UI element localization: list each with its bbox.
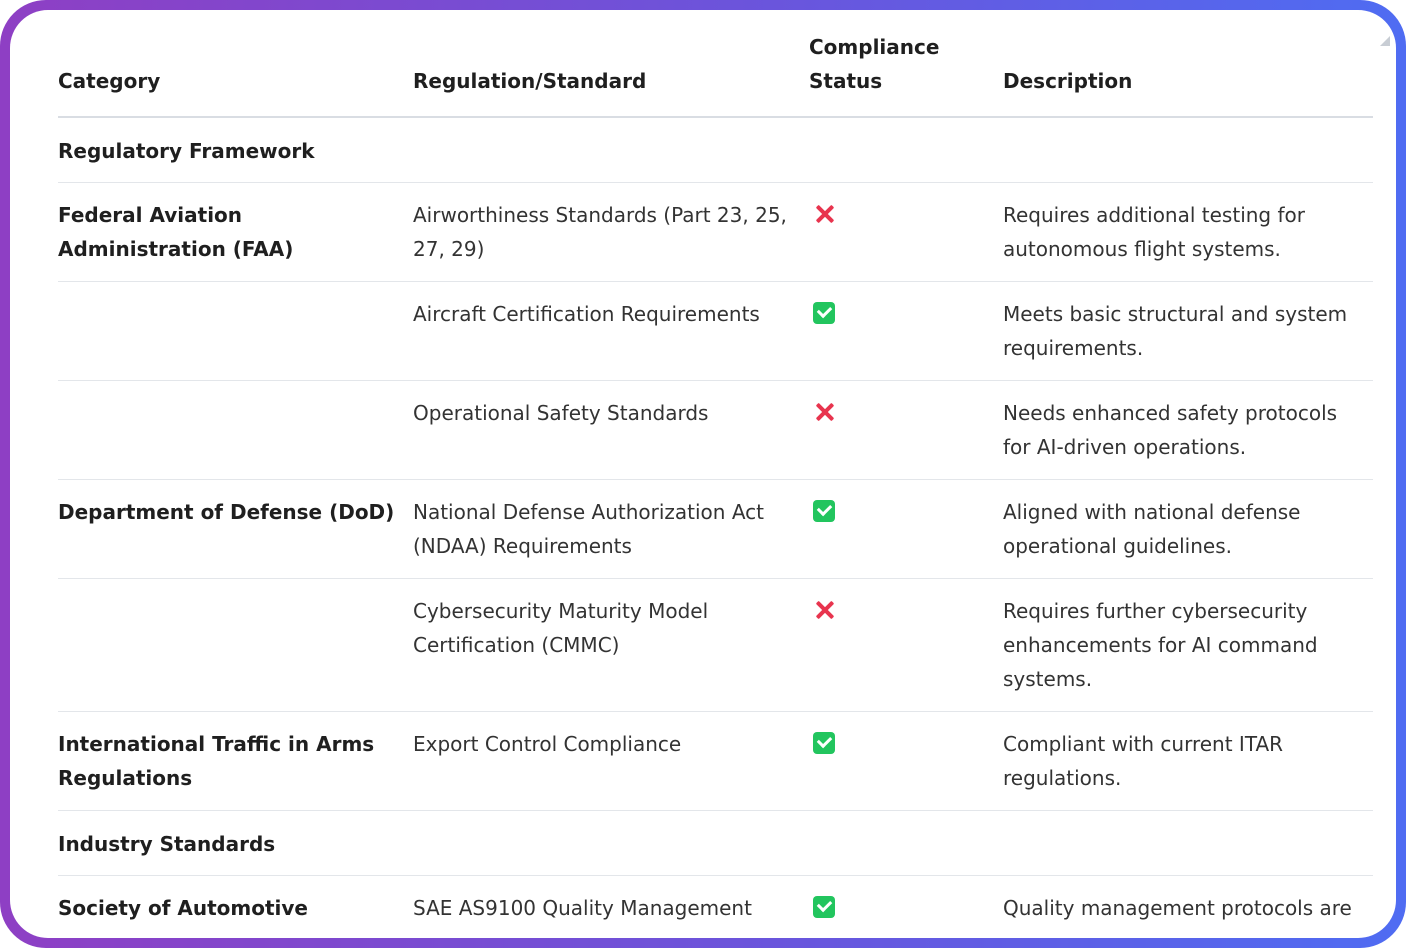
- category-cell: [58, 380, 413, 480]
- category-cell: Federal Aviation Administration (FAA): [58, 182, 413, 282]
- cross-icon: [813, 598, 837, 622]
- header-compliance-status[interactable]: Compliance Status: [809, 30, 1003, 118]
- table-row: International Traffic in Arms Regulation…: [58, 711, 1373, 811]
- description-cell: Needs enhanced safety protocols for AI-d…: [1003, 380, 1373, 480]
- section-row: Regulatory Framework: [58, 117, 1373, 183]
- table-row: Department of Defense (DoD) National Def…: [58, 479, 1373, 579]
- check-box-icon: [813, 500, 835, 522]
- regulation-cell: Airworthiness Standards (Part 23, 25, 27…: [413, 182, 809, 282]
- status-cell: [809, 479, 1003, 579]
- table-row: Society of Automotive SAE AS9100 Quality…: [58, 875, 1373, 938]
- check-box-icon: [813, 302, 835, 324]
- category-cell: International Traffic in Arms Regulation…: [58, 711, 413, 811]
- description-cell: Compliant with current ITAR regulations.: [1003, 711, 1373, 811]
- section-label: Industry Standards: [58, 810, 1373, 876]
- section-label: Regulatory Framework: [58, 117, 1373, 183]
- description-cell: Quality management protocols are: [1003, 875, 1373, 938]
- regulation-cell: SAE AS9100 Quality Management: [413, 875, 809, 938]
- header-regulation[interactable]: Regulation/Standard: [413, 30, 809, 118]
- regulation-cell: National Defense Authorization Act (NDAA…: [413, 479, 809, 579]
- status-cell: [809, 182, 1003, 282]
- description-cell: Requires additional testing for autonomo…: [1003, 182, 1373, 282]
- regulation-cell: Export Control Compliance: [413, 711, 809, 811]
- status-cell: [809, 875, 1003, 938]
- compliance-table: Category Regulation/Standard Compliance …: [58, 30, 1373, 938]
- table-header-row: Category Regulation/Standard Compliance …: [58, 30, 1373, 118]
- category-cell: [58, 578, 413, 712]
- category-cell: Society of Automotive: [58, 875, 413, 938]
- check-box-icon: [813, 732, 835, 754]
- scrollbar-corner[interactable]: [1380, 36, 1390, 46]
- check-box-icon: [813, 896, 835, 918]
- description-cell: Requires further cybersecurity enhanceme…: [1003, 578, 1373, 712]
- cross-icon: [813, 400, 837, 424]
- cross-icon: [813, 202, 837, 226]
- header-description[interactable]: Description: [1003, 30, 1373, 118]
- table-panel: Category Regulation/Standard Compliance …: [10, 10, 1396, 938]
- section-row: Industry Standards: [58, 810, 1373, 876]
- description-cell: Aligned with national defense operationa…: [1003, 479, 1373, 579]
- header-category[interactable]: Category: [58, 30, 413, 118]
- description-cell: Meets basic structural and system requir…: [1003, 281, 1373, 381]
- table-row: Operational Safety Standards Needs enhan…: [58, 380, 1373, 480]
- status-cell: [809, 711, 1003, 811]
- regulation-cell: Operational Safety Standards: [413, 380, 809, 480]
- category-cell: Department of Defense (DoD): [58, 479, 413, 579]
- window-frame: Category Regulation/Standard Compliance …: [0, 0, 1406, 948]
- table-row: Cybersecurity Maturity Model Certificati…: [58, 578, 1373, 712]
- regulation-cell: Aircraft Certification Requirements: [413, 281, 809, 381]
- regulation-cell: Cybersecurity Maturity Model Certificati…: [413, 578, 809, 712]
- category-cell: [58, 281, 413, 381]
- table-body: Regulatory Framework Federal Aviation Ad…: [58, 117, 1373, 938]
- table-row: Federal Aviation Administration (FAA) Ai…: [58, 182, 1373, 282]
- status-cell: [809, 380, 1003, 480]
- status-cell: [809, 578, 1003, 712]
- table-row: Aircraft Certification Requirements Meet…: [58, 281, 1373, 381]
- status-cell: [809, 281, 1003, 381]
